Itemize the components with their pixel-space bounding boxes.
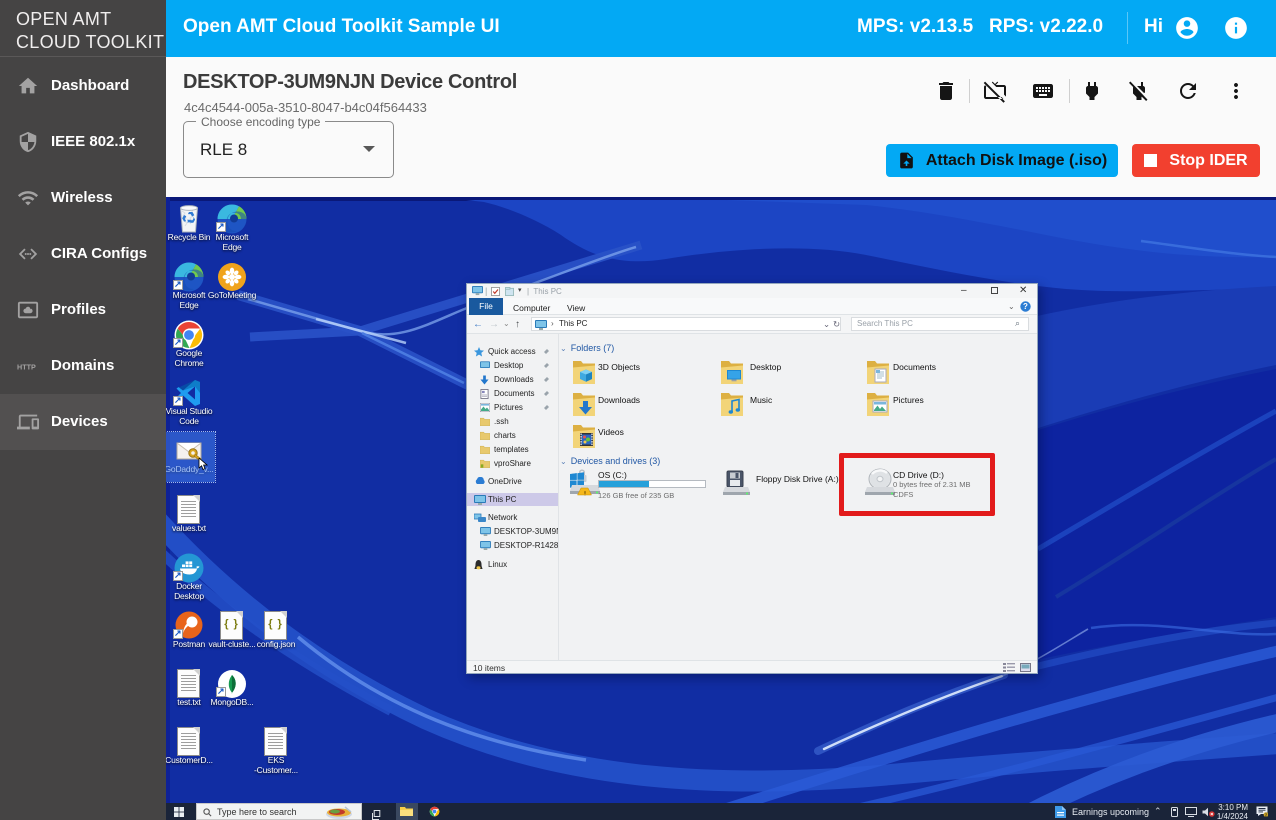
svg-text:?: ?	[1023, 302, 1028, 311]
svg-text:HTTP: HTTP	[17, 362, 36, 371]
